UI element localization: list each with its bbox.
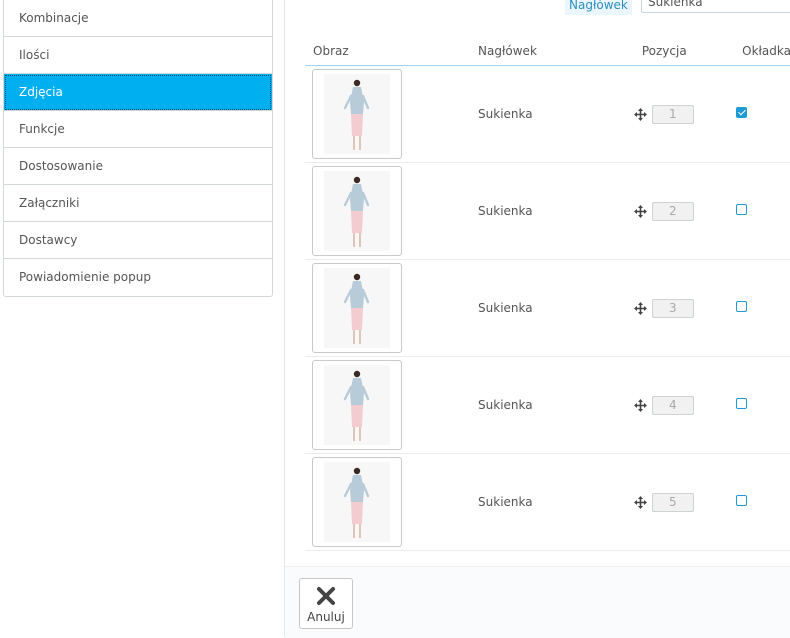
move-icon[interactable] xyxy=(633,495,647,509)
sidebar-item-zalaczniki[interactable]: Załączniki xyxy=(4,185,272,222)
position-cell xyxy=(633,453,735,551)
cover-cell xyxy=(734,65,790,163)
product-photo xyxy=(324,365,390,445)
image-caption: Sukienka xyxy=(478,107,533,121)
table-row: Sukienka xyxy=(305,162,790,260)
position-cell xyxy=(633,259,735,357)
column-header-caption: Nagłówek xyxy=(470,36,634,66)
cover-checkbox[interactable] xyxy=(736,398,748,409)
cover-checkbox[interactable] xyxy=(736,301,748,312)
sidebar-item-powiadomienie-popup[interactable]: Powiadomienie popup xyxy=(4,259,272,296)
image-caption: Sukienka xyxy=(478,301,533,315)
image-cell xyxy=(305,162,471,260)
position-input[interactable] xyxy=(651,201,694,221)
product-photo xyxy=(324,74,390,154)
image-thumbnail[interactable] xyxy=(312,360,402,450)
position-cell xyxy=(633,162,735,260)
cancel-button-label: Anuluj xyxy=(307,610,345,624)
cancel-button[interactable]: Anuluj xyxy=(299,578,353,629)
sidebar-item-ilosci[interactable]: Ilości xyxy=(4,37,272,74)
images-panel: Nagłówek Obraz Nagłówek Pozycja Okładka xyxy=(284,0,790,638)
sidebar-item-kombinacje[interactable]: Kombinacje xyxy=(4,0,272,37)
position-input[interactable] xyxy=(651,104,694,124)
table-row: Sukienka xyxy=(305,453,790,551)
table-header-row: Obraz Nagłówek Pozycja Okładka xyxy=(305,36,790,66)
image-cell xyxy=(305,259,471,357)
product-tabs-sidebar: Kombinacje Ilości Zdjęcia Funkcje Dostos… xyxy=(3,0,273,297)
image-thumbnail[interactable] xyxy=(312,263,402,353)
caption-cell: Sukienka xyxy=(470,162,634,260)
image-thumbnail[interactable] xyxy=(312,457,402,547)
sidebar-item-zdjecia[interactable]: Zdjęcia xyxy=(4,74,272,111)
sidebar-item-funkcje[interactable]: Funkcje xyxy=(4,111,272,148)
sidebar-item-dostawcy[interactable]: Dostawcy xyxy=(4,222,272,259)
caption-cell: Sukienka xyxy=(470,356,634,454)
caption-cell: Sukienka xyxy=(470,65,634,163)
move-icon[interactable] xyxy=(633,301,647,315)
close-icon xyxy=(317,587,335,605)
image-cell xyxy=(305,65,471,163)
column-header-position: Pozycja xyxy=(633,36,735,66)
cover-cell xyxy=(734,259,790,357)
image-cell xyxy=(305,356,471,454)
panel-footer: Anuluj xyxy=(285,566,790,638)
move-icon[interactable] xyxy=(633,204,647,218)
legend-caption-input[interactable] xyxy=(641,0,790,13)
position-cell xyxy=(633,356,735,454)
image-caption: Sukienka xyxy=(478,204,533,218)
position-input[interactable] xyxy=(651,492,694,512)
image-thumbnail[interactable] xyxy=(312,69,402,159)
image-cell xyxy=(305,453,471,551)
cover-cell xyxy=(734,162,790,260)
cover-checkbox[interactable] xyxy=(736,495,748,506)
table-row: Sukienka xyxy=(305,65,790,163)
table-row: Sukienka xyxy=(305,259,790,357)
caption-cell: Sukienka xyxy=(470,453,634,551)
column-header-cover: Okładka xyxy=(734,36,790,66)
position-input[interactable] xyxy=(651,395,694,415)
sidebar-item-dostosowanie[interactable]: Dostosowanie xyxy=(4,148,272,185)
move-icon[interactable] xyxy=(633,107,647,121)
product-photo xyxy=(324,462,390,542)
cover-cell xyxy=(734,356,790,454)
move-icon[interactable] xyxy=(633,398,647,412)
position-cell xyxy=(633,65,735,163)
caption-cell: Sukienka xyxy=(470,259,634,357)
cover-checkbox[interactable] xyxy=(736,107,748,118)
image-thumbnail[interactable] xyxy=(312,166,402,256)
column-header-image: Obraz xyxy=(305,36,471,66)
table-row: Sukienka xyxy=(305,356,790,454)
cover-checkbox[interactable] xyxy=(736,204,748,215)
image-caption: Sukienka xyxy=(478,495,533,509)
product-photo xyxy=(324,268,390,348)
cover-cell xyxy=(734,453,790,551)
position-input[interactable] xyxy=(651,298,694,318)
legend-caption-label: Nagłówek xyxy=(565,0,632,15)
image-caption: Sukienka xyxy=(478,398,533,412)
product-photo xyxy=(324,171,390,251)
images-table: Obraz Nagłówek Pozycja Okładka Sukienka … xyxy=(305,36,790,551)
